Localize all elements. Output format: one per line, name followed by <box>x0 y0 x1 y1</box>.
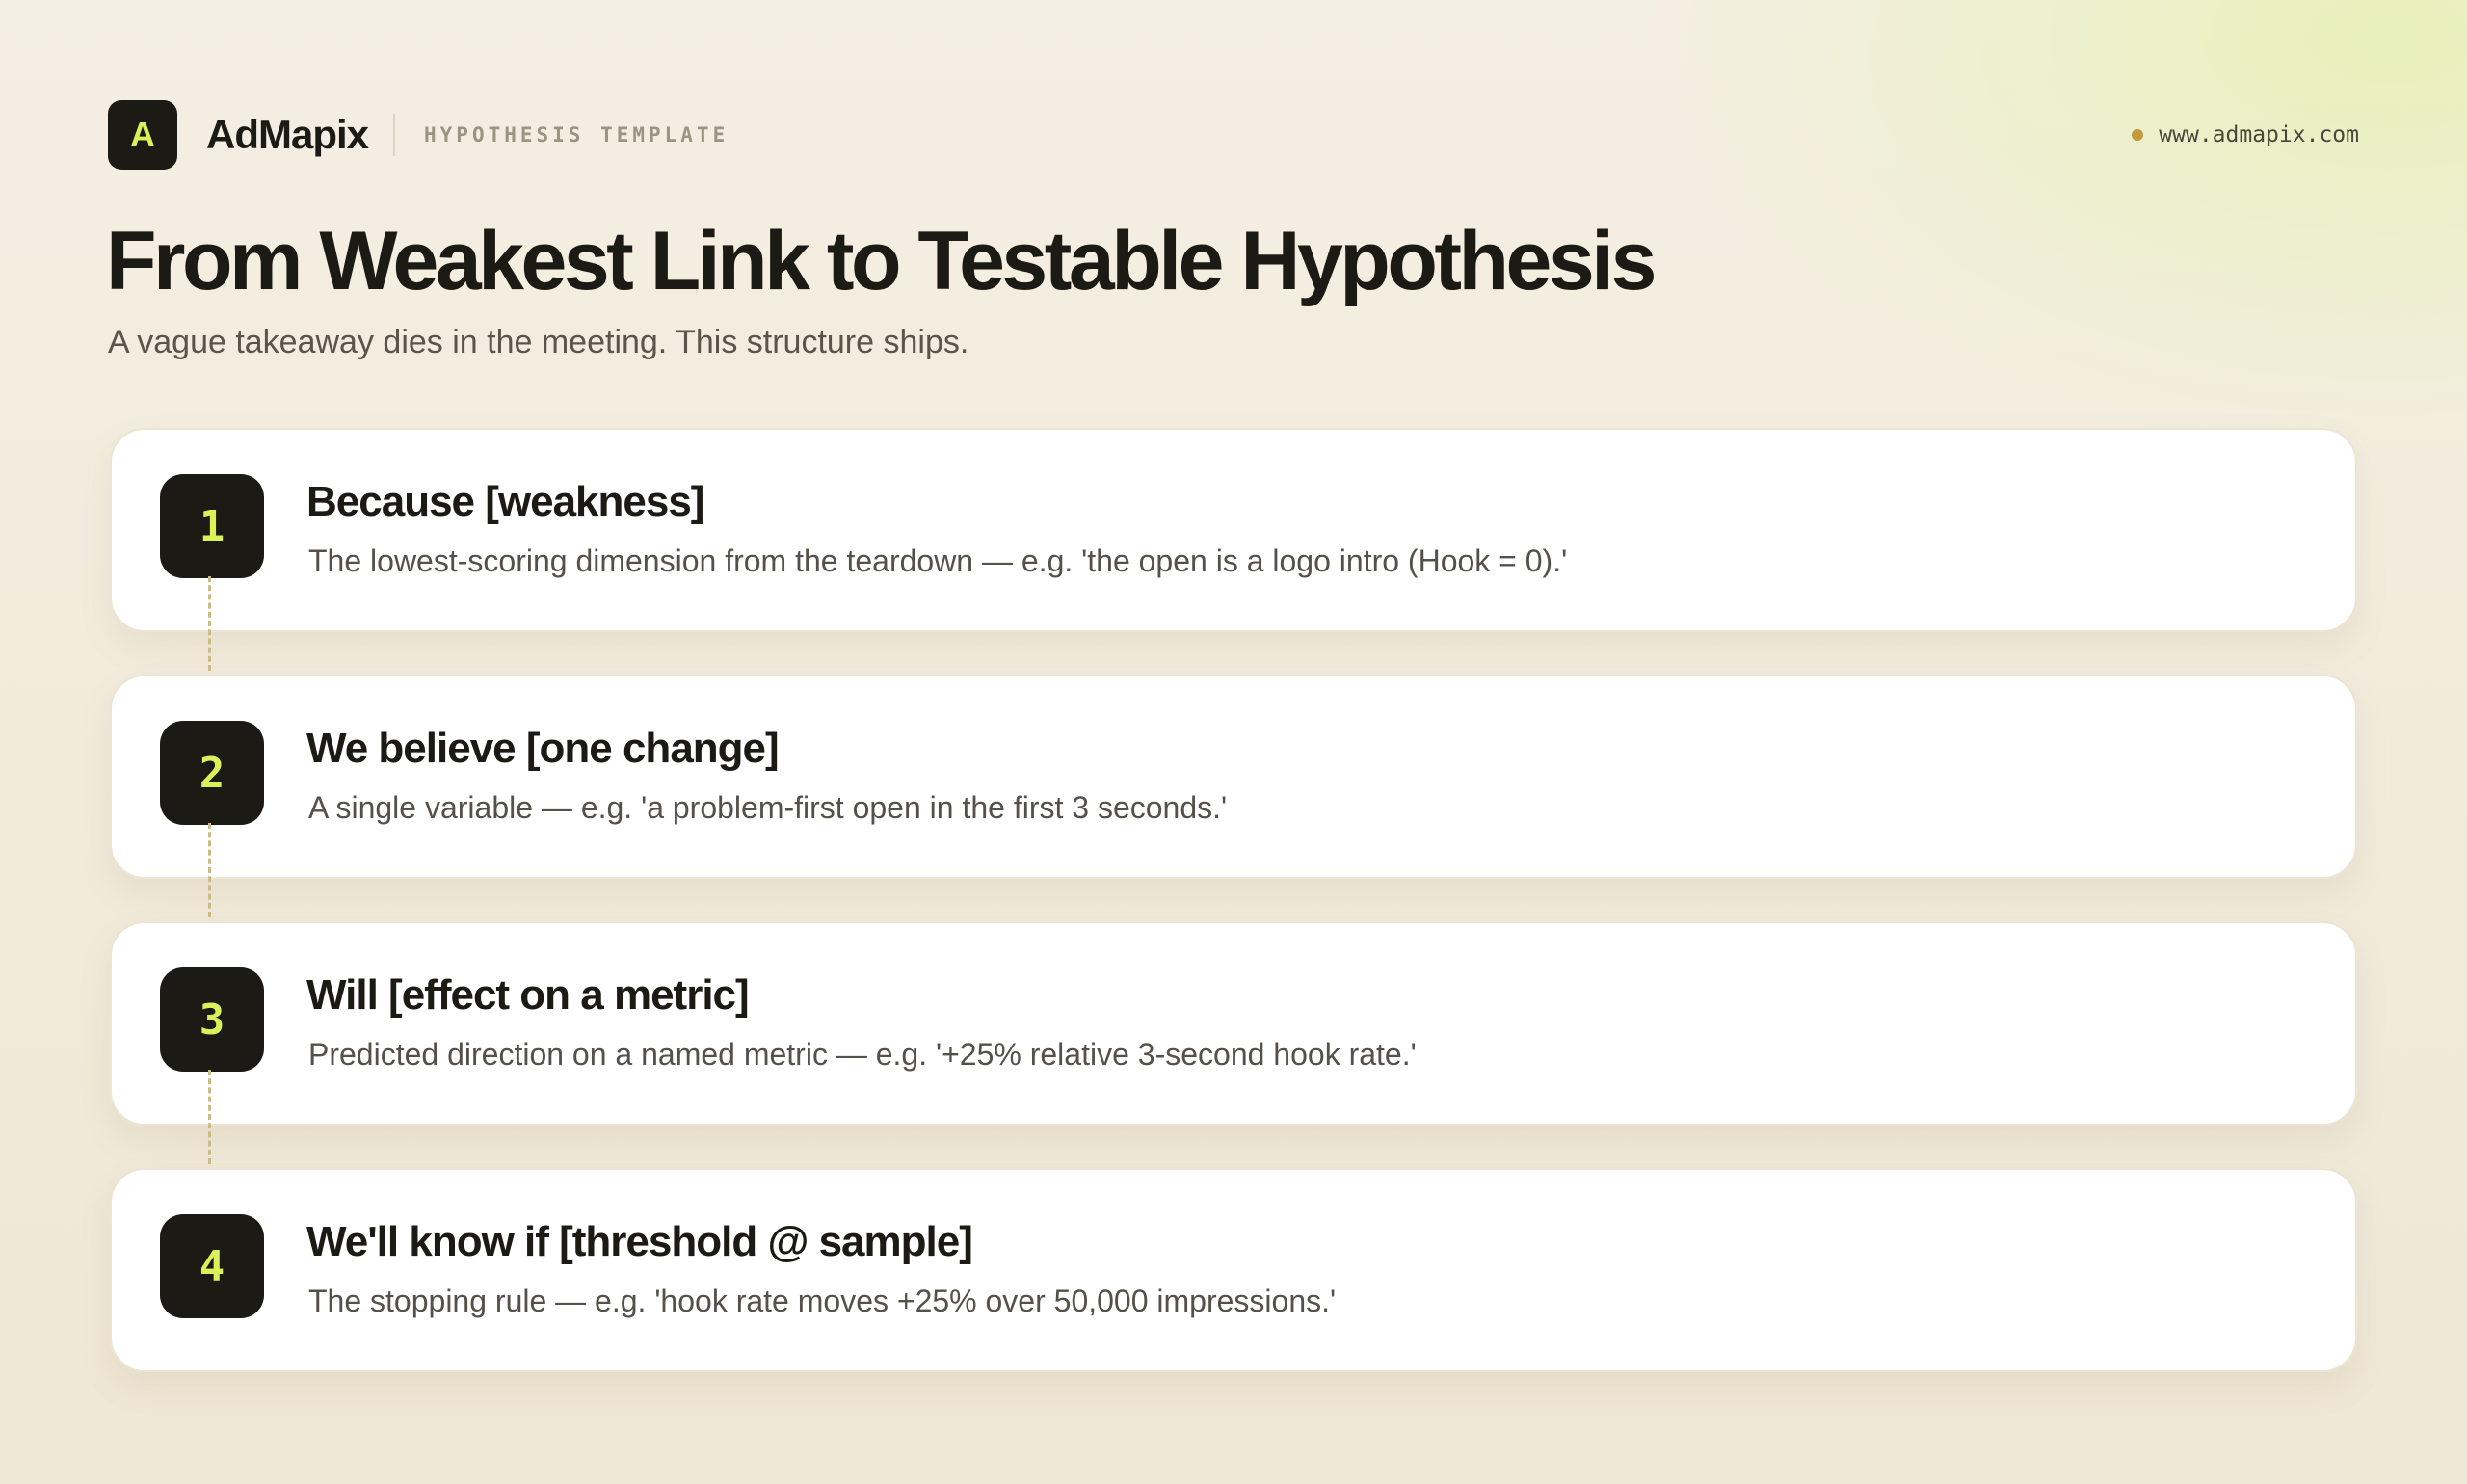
template-tag: HYPOTHESIS TEMPLATE <box>424 123 729 146</box>
status-dot-icon <box>2132 129 2144 141</box>
step-card-2: 2 We believe [one change] A single varia… <box>110 675 2357 879</box>
step-description: The lowest-scoring dimension from the te… <box>308 543 1568 578</box>
brand-divider <box>393 114 396 156</box>
step-connector <box>208 823 211 917</box>
step-number-badge: 4 <box>160 1214 264 1318</box>
step-card-3: 3 Will [effect on a metric] Predicted di… <box>110 921 2357 1126</box>
step-title: Because [weakness] <box>306 478 704 525</box>
step-card-4: 4 We'll know if [threshold @ sample] The… <box>110 1168 2357 1372</box>
step-title: Will [effect on a metric] <box>306 971 750 1019</box>
brand-logo: A <box>108 100 177 170</box>
step-title: We believe [one change] <box>306 725 780 772</box>
step-description: A single variable — e.g. 'a problem-firs… <box>308 790 1228 825</box>
page-title: From Weakest Link to Testable Hypothesis <box>106 215 1657 307</box>
step-card-1: 1 Because [weakness] The lowest-scoring … <box>110 428 2357 632</box>
step-description: The stopping rule — e.g. 'hook rate move… <box>308 1284 1337 1318</box>
step-connector <box>208 1070 211 1164</box>
step-title: We'll know if [threshold @ sample] <box>306 1218 973 1265</box>
page-subtitle: A vague takeaway dies in the meeting. Th… <box>108 324 969 360</box>
step-connector <box>208 576 211 671</box>
site-link: www.admapix.com <box>2132 122 2359 147</box>
brand: A AdMapix HYPOTHESIS TEMPLATE <box>108 100 729 170</box>
brand-name: AdMapix <box>206 112 369 157</box>
step-number-badge: 3 <box>160 967 264 1072</box>
step-number-badge: 1 <box>160 474 264 578</box>
header: A AdMapix HYPOTHESIS TEMPLATE www.admapi… <box>108 100 2359 170</box>
step-description: Predicted direction on a named metric — … <box>308 1037 1417 1072</box>
site-url: www.admapix.com <box>2159 122 2359 147</box>
step-number-badge: 2 <box>160 721 264 825</box>
